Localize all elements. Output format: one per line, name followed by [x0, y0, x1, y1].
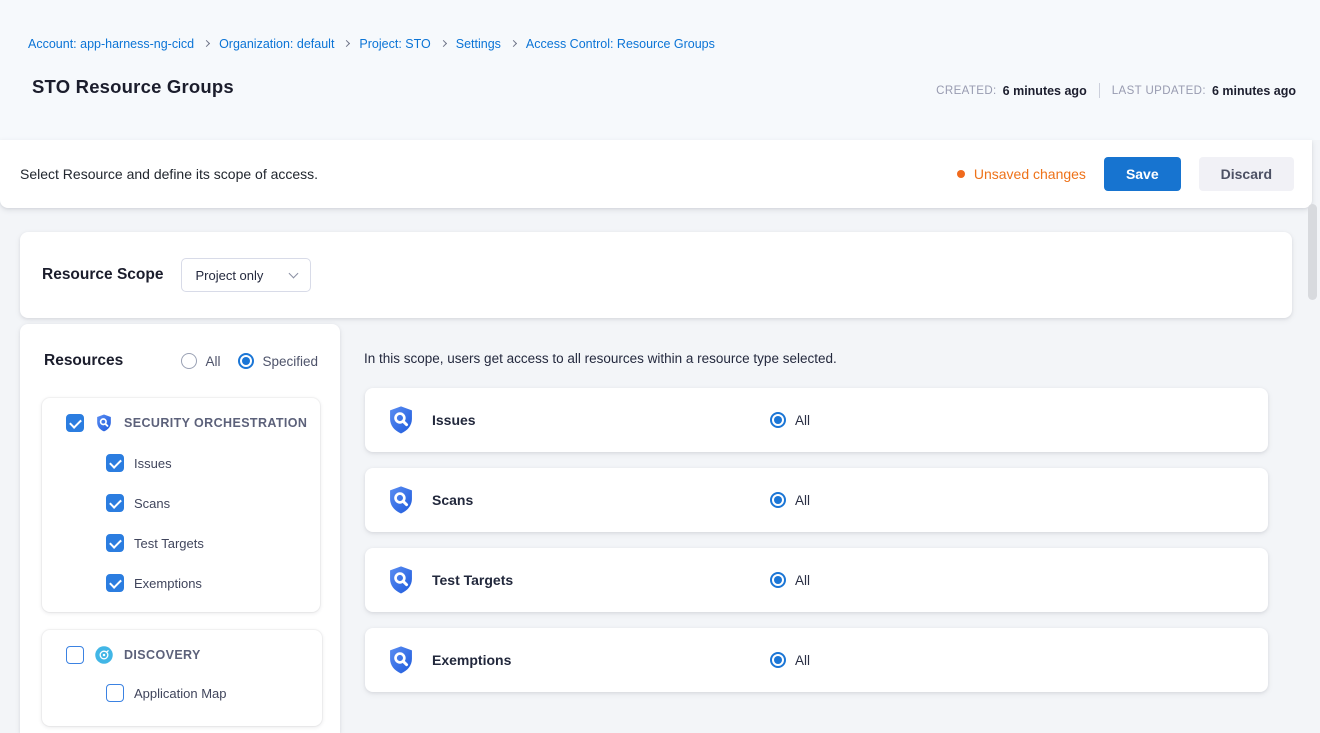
breadcrumb-organization-link[interactable]: Organization: default	[219, 37, 334, 51]
group-header-row: DISCOVERY	[66, 645, 201, 665]
group-label: SECURITY ORCHESTRATION	[124, 416, 307, 430]
chevron-right-icon	[440, 40, 447, 47]
resource-scope-dropdown[interactable]: Project only	[181, 258, 311, 292]
page-title: STO Resource Groups	[32, 76, 234, 98]
resource-row-label: Scans	[432, 492, 473, 508]
breadcrumb-resource-groups-link[interactable]: Access Control: Resource Groups	[526, 37, 715, 51]
shield-search-icon	[385, 644, 417, 676]
item-label: Issues	[134, 456, 172, 471]
radio-label: All	[795, 413, 810, 428]
breadcrumb: Account: app-harness-ng-cicd Organizatio…	[28, 37, 715, 51]
discovery-icon	[94, 645, 114, 665]
shield-search-icon	[385, 404, 417, 436]
item-label: Exemptions	[134, 576, 202, 591]
unsaved-changes-label: Unsaved changes	[974, 166, 1086, 182]
shield-search-icon	[385, 484, 417, 516]
resource-item-test-targets: Test Targets	[106, 534, 204, 552]
resource-scope-selected-value: Project only	[195, 268, 263, 283]
resource-row-exemptions: Exemptions All	[365, 628, 1268, 692]
resources-mode-all-radio[interactable]: All	[181, 353, 220, 369]
resource-item-exemptions: Exemptions	[106, 574, 202, 592]
breadcrumb-account-link[interactable]: Account: app-harness-ng-cicd	[28, 37, 194, 51]
group-checkbox[interactable]	[66, 414, 84, 432]
group-header-row: SECURITY ORCHESTRATION	[66, 413, 307, 433]
resources-sidebar: Resources All Specified SECURITY ORCHEST…	[20, 324, 340, 733]
access-all-radio[interactable]: All	[770, 412, 810, 428]
last-updated-value: 6 minutes ago	[1212, 84, 1296, 98]
group-label: DISCOVERY	[124, 648, 201, 662]
resources-title: Resources	[44, 352, 181, 370]
shield-search-icon	[385, 564, 417, 596]
header-meta: CREATED: 6 minutes ago LAST UPDATED: 6 m…	[936, 83, 1296, 98]
page-header: Account: app-harness-ng-cicd Organizatio…	[0, 0, 1320, 140]
radio-label: Specified	[262, 354, 318, 369]
resource-row-test-targets: Test Targets All	[365, 548, 1268, 612]
item-checkbox[interactable]	[106, 454, 124, 472]
item-label: Application Map	[134, 686, 227, 701]
chevron-right-icon	[510, 40, 517, 47]
item-checkbox[interactable]	[106, 534, 124, 552]
resource-scope-label: Resource Scope	[42, 266, 163, 284]
resources-mode-specified-radio[interactable]: Specified	[238, 353, 318, 369]
access-all-radio[interactable]: All	[770, 652, 810, 668]
shield-search-icon	[94, 413, 114, 433]
radio-icon[interactable]	[770, 572, 786, 588]
breadcrumb-settings-link[interactable]: Settings	[456, 37, 501, 51]
access-all-radio[interactable]: All	[770, 572, 810, 588]
access-all-radio[interactable]: All	[770, 492, 810, 508]
resource-group-detail-page: Account: app-harness-ng-cicd Organizatio…	[0, 0, 1320, 733]
chevron-right-icon	[203, 40, 210, 47]
radio-icon[interactable]	[770, 412, 786, 428]
radio-icon[interactable]	[770, 492, 786, 508]
toolbar-description: Select Resource and define its scope of …	[20, 166, 318, 182]
item-label: Scans	[134, 496, 170, 511]
resource-group-security-orchestration: SECURITY ORCHESTRATION Issues Scans Test…	[42, 398, 320, 612]
radio-label: All	[795, 653, 810, 668]
radio-icon[interactable]	[770, 652, 786, 668]
chevron-down-icon	[289, 268, 299, 278]
scope-note: In this scope, users get access to all r…	[364, 351, 837, 366]
unsaved-dot-icon	[957, 170, 965, 178]
chevron-right-icon	[343, 40, 350, 47]
save-button[interactable]: Save	[1104, 157, 1181, 191]
resource-row-label: Test Targets	[432, 572, 513, 588]
unsaved-changes-indicator: Unsaved changes	[957, 166, 1086, 182]
resources-header: Resources All Specified	[44, 352, 318, 370]
resource-item-issues: Issues	[106, 454, 172, 472]
group-checkbox[interactable]	[66, 646, 84, 664]
radio-label: All	[795, 493, 810, 508]
item-label: Test Targets	[134, 536, 204, 551]
item-checkbox[interactable]	[106, 684, 124, 702]
created-value: 6 minutes ago	[1003, 84, 1087, 98]
vertical-scrollbar-thumb[interactable]	[1308, 204, 1317, 300]
item-checkbox[interactable]	[106, 574, 124, 592]
resource-group-discovery: DISCOVERY Application Map	[42, 630, 322, 726]
created-label: CREATED:	[936, 85, 997, 97]
radio-icon[interactable]	[181, 353, 197, 369]
discard-button[interactable]: Discard	[1199, 157, 1294, 191]
resource-row-issues: Issues All	[365, 388, 1268, 452]
toolbar-actions: Unsaved changes Save Discard	[957, 140, 1294, 208]
radio-icon[interactable]	[238, 353, 254, 369]
resource-item-application-map: Application Map	[106, 684, 227, 702]
divider	[1099, 83, 1100, 98]
item-checkbox[interactable]	[106, 494, 124, 512]
resource-scope-card: Resource Scope Project only	[20, 232, 1292, 318]
last-updated-label: LAST UPDATED:	[1112, 85, 1206, 97]
resource-row-label: Issues	[432, 412, 476, 428]
radio-label: All	[205, 354, 220, 369]
breadcrumb-project-link[interactable]: Project: STO	[359, 37, 430, 51]
resource-item-scans: Scans	[106, 494, 170, 512]
radio-label: All	[795, 573, 810, 588]
resource-row-label: Exemptions	[432, 652, 511, 668]
resource-row-scans: Scans All	[365, 468, 1268, 532]
action-toolbar: Select Resource and define its scope of …	[0, 140, 1312, 208]
